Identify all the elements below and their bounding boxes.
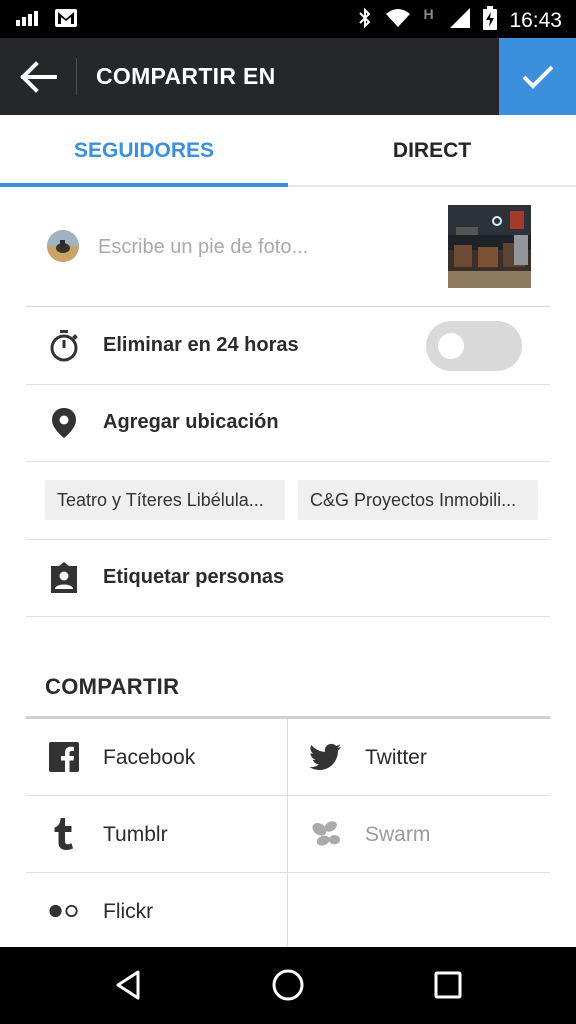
nav-home-button[interactable] <box>268 965 308 1005</box>
battery-charging-icon <box>483 6 498 35</box>
bluetooth-icon <box>357 7 373 34</box>
status-time: 16:43 <box>509 8 562 32</box>
back-triangle-icon <box>116 970 140 1000</box>
tab-indicator <box>0 183 288 187</box>
share-flickr-label: Flickr <box>103 900 154 923</box>
location-suggestions: Teatro y Títeres Libélula... C&G Proyect… <box>26 462 550 540</box>
location-chip[interactable]: Teatro y Títeres Libélula... <box>45 480 285 520</box>
share-tumblr-label: Tumblr <box>103 823 168 846</box>
tag-people-row[interactable]: Etiquetar personas <box>26 540 550 617</box>
system-nav-bar <box>0 947 576 1024</box>
location-pin-icon <box>48 407 80 439</box>
share-facebook[interactable]: Facebook <box>26 719 288 796</box>
caption-input[interactable] <box>98 229 428 265</box>
photo-thumbnail[interactable] <box>448 205 531 288</box>
share-tumblr[interactable]: Tumblr <box>26 796 288 873</box>
cell-signal-icon <box>449 7 471 34</box>
home-circle-icon <box>272 969 304 1001</box>
share-facebook-label: Facebook <box>103 746 196 769</box>
signal-bars-icon <box>16 10 40 31</box>
add-location-label: Agregar ubicación <box>103 411 279 433</box>
back-button[interactable] <box>0 38 76 115</box>
gmail-icon <box>54 8 78 33</box>
wifi-icon <box>385 8 411 33</box>
toggle-knob <box>438 333 464 359</box>
stopwatch-icon <box>48 330 80 362</box>
app-bar: COMPARTIR EN <box>0 38 576 115</box>
tag-people-label: Etiquetar personas <box>103 566 285 588</box>
share-section-header: COMPARTIR <box>45 674 180 699</box>
facebook-icon <box>48 741 80 773</box>
nav-back-button[interactable] <box>108 965 148 1005</box>
caption-row <box>26 189 550 307</box>
arrow-back-icon <box>20 60 57 93</box>
tab-seguidores[interactable]: SEGUIDORES <box>0 115 288 187</box>
delete-24h-label: Eliminar en 24 horas <box>103 334 299 356</box>
appbar-divider <box>76 58 77 95</box>
tumblr-icon <box>48 818 80 850</box>
swarm-icon <box>310 818 342 850</box>
location-chip[interactable]: C&G Proyectos Inmobili... <box>298 480 538 520</box>
tab-direct[interactable]: DIRECT <box>288 115 576 187</box>
share-twitter[interactable]: Twitter <box>288 719 550 796</box>
delete-24h-row: Eliminar en 24 horas <box>26 308 550 385</box>
checkmark-icon <box>522 65 553 89</box>
avatar <box>47 230 79 262</box>
h-network-icon: H <box>423 5 434 22</box>
twitter-icon <box>310 741 342 773</box>
share-swarm[interactable]: Swarm <box>288 796 550 873</box>
page-title: COMPARTIR EN <box>96 63 276 89</box>
tag-person-icon <box>48 562 80 594</box>
share-flickr[interactable]: Flickr <box>26 873 288 947</box>
share-swarm-label: Swarm <box>365 823 431 846</box>
nav-recents-button[interactable] <box>428 965 468 1005</box>
status-bar: H 16:43 <box>0 0 576 38</box>
confirm-button[interactable] <box>499 38 576 115</box>
recents-square-icon <box>434 971 462 999</box>
share-twitter-label: Twitter <box>365 746 427 769</box>
delete-24h-toggle[interactable] <box>426 321 522 371</box>
tab-bar: SEGUIDORES DIRECT <box>0 115 576 187</box>
flickr-icon <box>48 895 80 927</box>
add-location-row[interactable]: Agregar ubicación <box>26 385 550 462</box>
